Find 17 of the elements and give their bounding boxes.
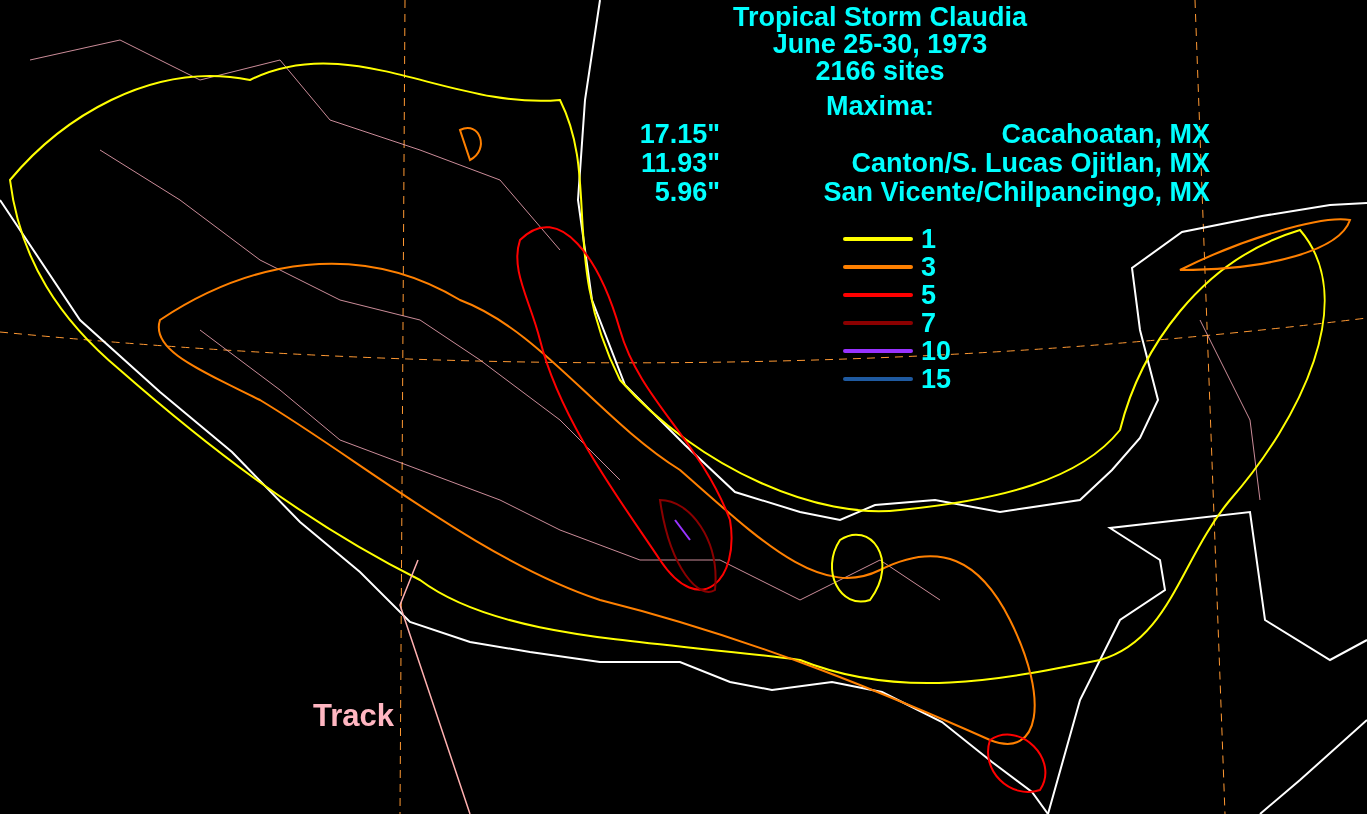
maxima-heading: Maxima: [825, 93, 934, 120]
legend-value: 3 [921, 253, 938, 281]
maximum-location: San Vicente/Chilpancingo, MX [822, 178, 1210, 207]
maximum-location: Cacahoatan, MX [1000, 120, 1210, 149]
maximum-amount: 11.93" [640, 149, 720, 178]
legend-value: 7 [921, 309, 938, 337]
map-title: 2166 sites [815, 58, 945, 85]
legend-value: 1 [921, 225, 938, 253]
maximum-amount: 5.96" [653, 178, 720, 207]
maximum-location: Canton/S. Lucas Ojitlan, MX [850, 149, 1210, 178]
map-title: June 25-30, 1973 [772, 31, 988, 58]
legend-value: 10 [921, 337, 953, 365]
legend-value: 5 [921, 281, 938, 309]
track-label: Track [313, 698, 394, 734]
map-title: Tropical Storm Claudia [732, 4, 1028, 31]
legend-value: 15 [921, 365, 953, 393]
maximum-amount: 17.15" [638, 120, 720, 149]
